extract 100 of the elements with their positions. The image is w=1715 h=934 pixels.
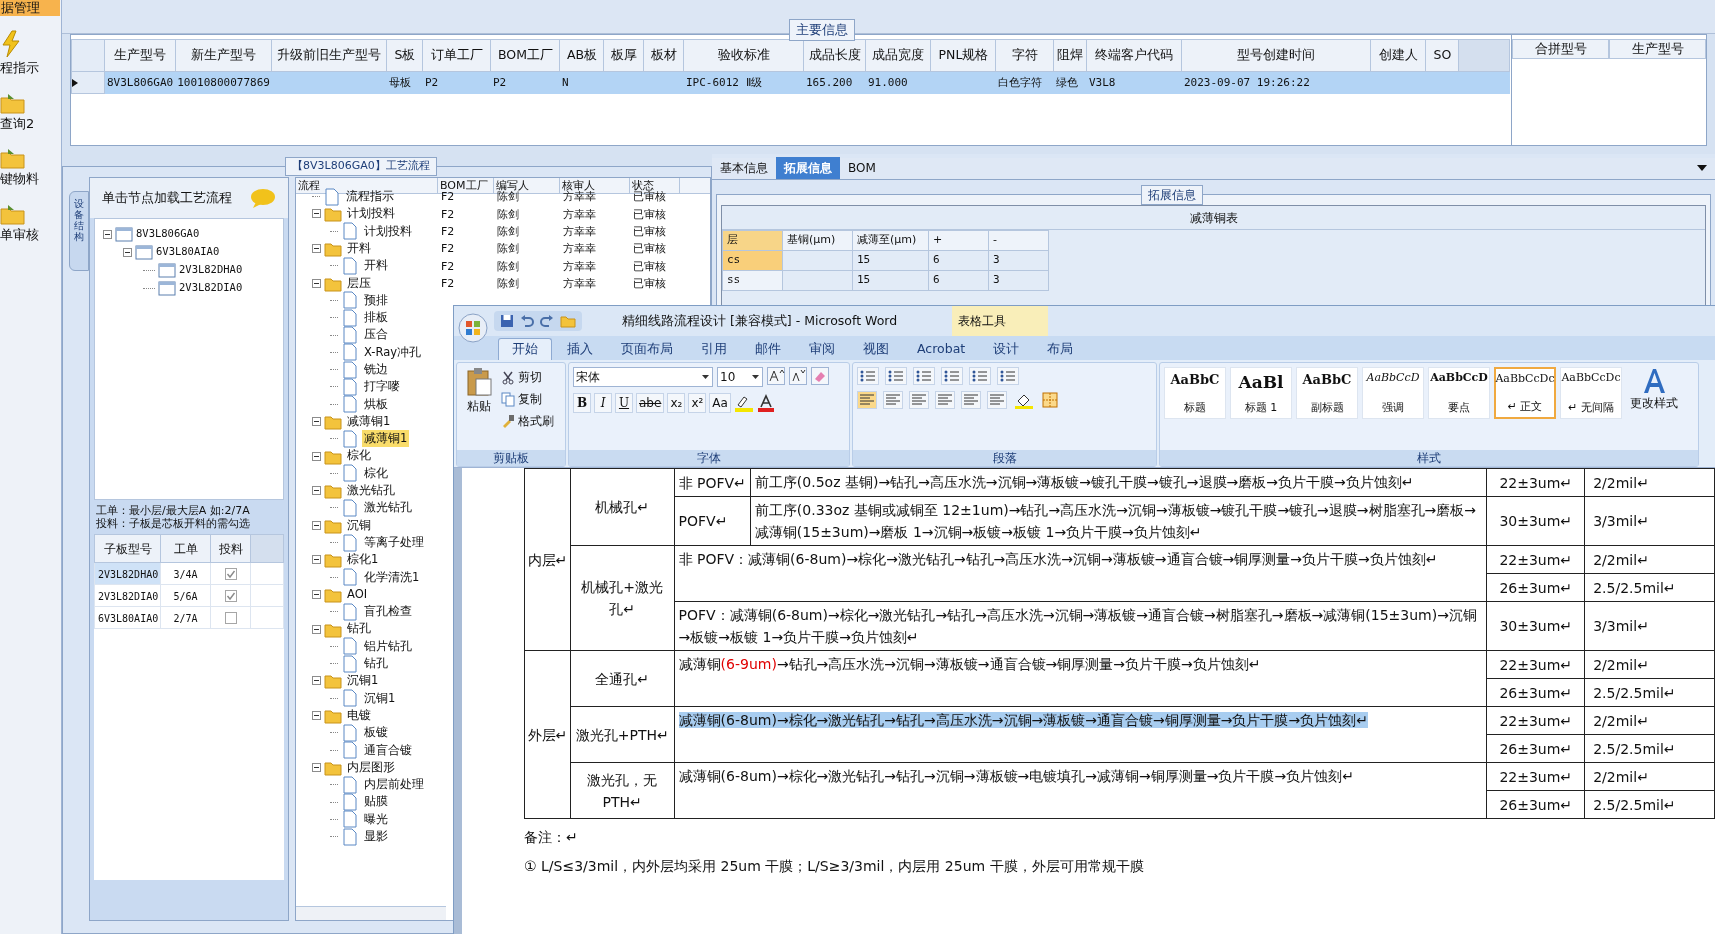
font-size-field[interactable]: 10 — [717, 367, 763, 387]
column-header[interactable]: 基铜(μm) — [782, 230, 853, 251]
expander-icon[interactable] — [123, 247, 132, 257]
expander-icon[interactable] — [312, 624, 321, 634]
column-header[interactable]: 生产型号 — [1609, 39, 1706, 59]
expander-icon[interactable] — [312, 676, 321, 686]
expander-icon[interactable] — [312, 762, 321, 772]
style-option[interactable]: AaBbCcD 要点 — [1428, 367, 1490, 419]
tree-item[interactable]: 层压 — [345, 274, 373, 292]
expander-icon[interactable] — [103, 229, 112, 239]
tree-item[interactable]: 内层图形 — [345, 758, 397, 777]
column-header[interactable]: BOM工厂 — [490, 39, 560, 72]
toolbar-button[interactable]: 格式刷 — [501, 411, 554, 431]
tree-item[interactable]: 沉铜1 — [362, 689, 398, 707]
tree-item[interactable]: 化学清洗1 — [362, 568, 422, 586]
checkbox[interactable] — [224, 612, 237, 624]
format-button[interactable]: B — [573, 393, 591, 413]
column-header[interactable]: 字符 — [995, 39, 1054, 72]
tree-item[interactable]: 曝光 — [362, 810, 390, 828]
tree-item[interactable]: AOI — [345, 585, 370, 604]
column-header[interactable]: AB板 — [559, 39, 604, 72]
tree-item[interactable]: 2V3L82DIA0 — [179, 280, 243, 296]
column-header[interactable]: 订单工厂 — [422, 39, 491, 72]
ribbon-tab[interactable]: 审阅 — [796, 338, 848, 360]
tree-item[interactable]: 激光钻孔 — [345, 482, 397, 500]
tree-item[interactable]: 减薄铜1 — [345, 412, 393, 431]
tree-item[interactable]: 钻孔 — [362, 655, 390, 673]
tab[interactable]: 基本信息 — [712, 157, 776, 179]
tree-item[interactable]: 铣边 — [362, 361, 390, 379]
style-option[interactable]: AaBbC 标题 — [1164, 367, 1226, 419]
style-option[interactable]: AaBbCcD 强调 — [1362, 367, 1424, 419]
column-header[interactable]: 子板型号 — [94, 534, 161, 563]
tree-item[interactable]: 通盲合镀 — [362, 741, 414, 759]
expander-icon[interactable] — [312, 589, 321, 599]
tree-item[interactable]: 贴膜 — [362, 793, 390, 811]
ribbon-tab[interactable]: 开始 — [498, 338, 552, 360]
format-button[interactable]: x₂ — [667, 393, 686, 413]
ribbon-tab[interactable]: 布局 — [1034, 338, 1087, 360]
tree-item[interactable]: X-Ray冲孔 — [362, 343, 424, 361]
tree-item[interactable]: 铝片钻孔 — [362, 637, 414, 655]
tree-item[interactable]: 打字嘜 — [362, 378, 402, 396]
tree-item[interactable]: 计划投料 — [345, 205, 397, 223]
expander-icon[interactable] — [312, 520, 321, 530]
tree-item[interactable]: 预排 — [362, 291, 390, 310]
nav-item[interactable]: 据管理 — [0, 0, 60, 16]
expander-icon[interactable] — [312, 711, 321, 721]
format-button[interactable]: abe — [636, 393, 665, 413]
tree-item[interactable]: 盲孔检查 — [362, 603, 414, 621]
paste-button[interactable]: 粘贴 — [461, 367, 497, 450]
tree-item[interactable]: 激光钻孔 — [362, 499, 414, 517]
tree-item[interactable]: 钻孔 — [345, 620, 373, 638]
ribbon-tab[interactable]: 邮件 — [742, 338, 794, 360]
ribbon-tab[interactable]: 设计 — [980, 338, 1033, 360]
column-header[interactable]: 新生产型号 — [175, 39, 272, 72]
change-styles-button[interactable]: 更改样式 — [1630, 367, 1678, 450]
column-header[interactable]: BOM工厂 — [438, 178, 494, 193]
tree-item[interactable]: 显影 — [362, 828, 390, 846]
tab[interactable]: BOM — [840, 157, 884, 179]
column-header[interactable]: - — [988, 230, 1049, 251]
column-header[interactable]: 合拼型号 — [1512, 39, 1609, 59]
nav-item[interactable]: 单审核 — [0, 224, 39, 244]
tree-item[interactable]: 6V3L80AIA0 — [156, 244, 220, 260]
expander-icon[interactable] — [312, 278, 321, 288]
style-option[interactable]: AaBbC 副标题 — [1296, 367, 1358, 419]
column-header[interactable]: 投料 — [210, 534, 251, 563]
expander-icon[interactable] — [312, 209, 321, 219]
ribbon-tab[interactable]: 引用 — [688, 338, 740, 360]
vertical-tab[interactable]: 设备结构 — [69, 191, 89, 271]
font-name-field[interactable]: 宋体 — [573, 367, 713, 387]
style-option[interactable]: AaBbCcDc ↵ 无间隔 — [1560, 367, 1622, 419]
expander-icon[interactable] — [312, 417, 321, 426]
expander-icon[interactable] — [312, 555, 321, 565]
toolbar-button[interactable]: 复制 — [501, 389, 554, 409]
expander-icon[interactable] — [312, 244, 321, 254]
column-header[interactable]: + — [928, 230, 989, 251]
expander-icon[interactable] — [312, 486, 321, 496]
table-cell[interactable]: ss — [727, 273, 741, 287]
column-header[interactable]: 验收标准 — [683, 39, 804, 72]
column-header[interactable]: 终端客户代码 — [1086, 39, 1182, 72]
column-header[interactable]: S板 — [386, 39, 423, 72]
column-header[interactable]: PNL规格 — [930, 39, 996, 72]
tree-item[interactable]: 电镀 — [345, 706, 373, 725]
tree-item[interactable]: 板镀 — [362, 724, 390, 742]
scrollbar[interactable] — [296, 906, 446, 920]
tree-item[interactable]: 开料 — [345, 239, 373, 258]
table-cell[interactable]: cs — [727, 253, 741, 267]
ribbon-tab[interactable]: 视图 — [850, 338, 902, 360]
tree-item[interactable]: 开料 — [362, 257, 390, 275]
column-header[interactable]: 创建人 — [1370, 39, 1426, 72]
tree-item[interactable]: 沉铜 — [345, 516, 373, 534]
checkbox[interactable] — [224, 568, 237, 580]
column-header[interactable]: 层 — [722, 230, 783, 251]
tree-item[interactable]: 棕化 — [362, 464, 390, 482]
format-button[interactable]: Aa — [709, 393, 731, 413]
tree-item[interactable]: 减薄铜1 — [362, 430, 410, 448]
checkbox[interactable] — [224, 590, 237, 602]
column-header[interactable]: 板厚 — [603, 39, 644, 72]
tab[interactable]: 拓展信息 — [776, 157, 840, 179]
nav-item[interactable]: 程指示 — [0, 58, 39, 78]
tree-item[interactable]: 内层前处理 — [362, 776, 426, 794]
